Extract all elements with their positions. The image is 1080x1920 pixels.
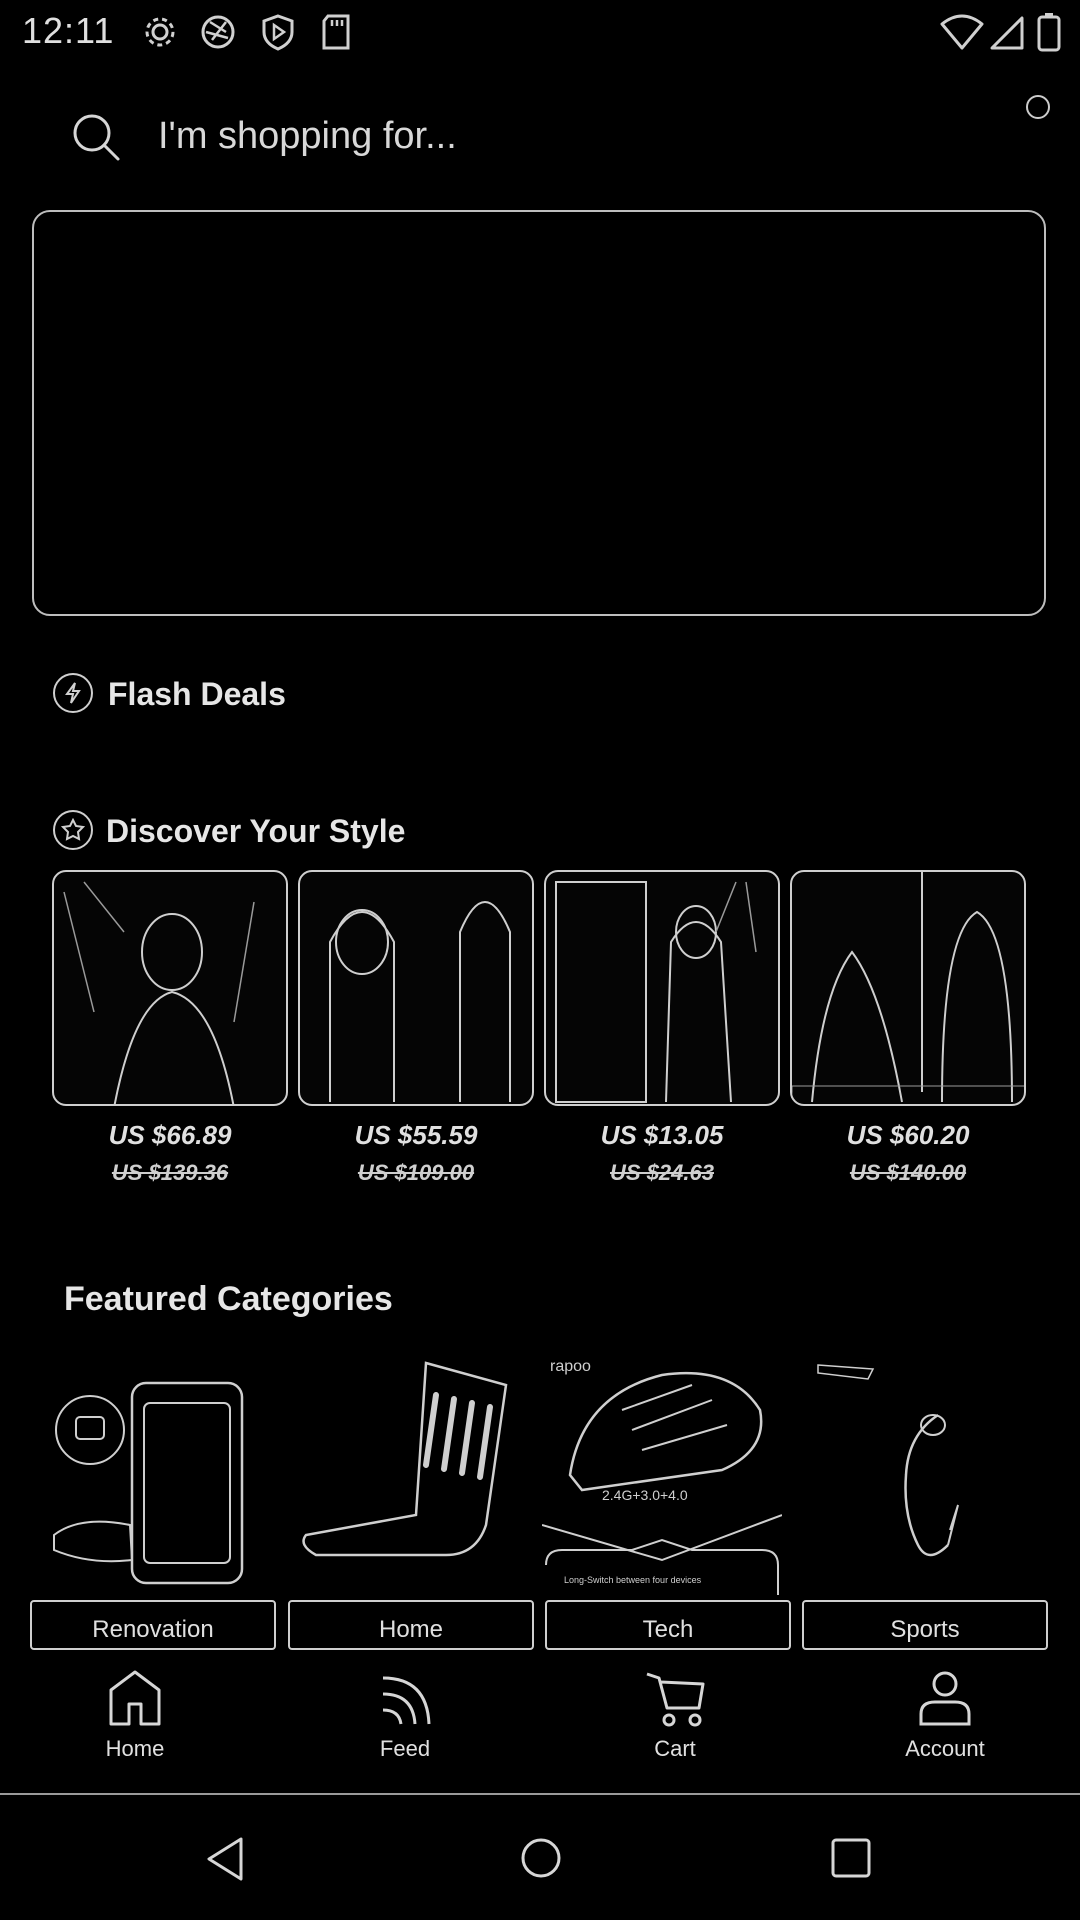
nav-cart[interactable]: Cart [540, 1668, 810, 1788]
notification-dot[interactable] [1026, 95, 1050, 119]
category-home[interactable]: Home [288, 1600, 534, 1650]
nav-home[interactable]: Home [0, 1668, 270, 1788]
cart-icon [646, 1672, 705, 1727]
product-old-price: US $139.36 [111, 1160, 229, 1185]
discover-title[interactable]: Discover Your Style [106, 813, 405, 850]
category-image-home[interactable] [296, 1355, 536, 1595]
product-card-image[interactable] [52, 870, 288, 1106]
category-sports[interactable]: Sports [802, 1600, 1048, 1650]
home-icon [109, 1670, 161, 1726]
wifi-icon [940, 14, 984, 50]
recents-icon[interactable] [830, 1837, 872, 1879]
aperture-icon [201, 15, 235, 49]
shield-play-icon [262, 14, 294, 51]
battery-icon [1037, 13, 1061, 52]
status-bar: 12:11 [0, 0, 1080, 62]
sd-card-icon [322, 14, 350, 50]
product-old-price: US $140.00 [849, 1160, 967, 1185]
product-price: US $55.59 [354, 1120, 478, 1150]
product-price: US $60.20 [846, 1120, 970, 1150]
category-renovation[interactable]: Renovation [30, 1600, 276, 1650]
category-image-tech[interactable]: rapoo 2.4G+3.0+4.0 Long-Switch between f… [542, 1355, 782, 1595]
nav-account-label: Account [905, 1736, 985, 1761]
nav-feed[interactable]: Feed [270, 1668, 540, 1788]
feed-icon [382, 1676, 431, 1725]
promo-banner[interactable] [32, 210, 1046, 616]
system-nav-bar [0, 1795, 1080, 1920]
product-card-image[interactable] [298, 870, 534, 1106]
tech-caption-text: Long-Switch between four devices [564, 1575, 702, 1585]
home-circle-icon[interactable] [520, 1837, 562, 1879]
product-card-image[interactable] [544, 870, 780, 1106]
category-image-sports[interactable] [798, 1355, 1038, 1595]
account-icon [919, 1671, 971, 1726]
featured-categories-title: Featured Categories [64, 1280, 393, 1318]
nav-cart-label: Cart [654, 1736, 696, 1761]
product-old-price: US $109.00 [357, 1160, 475, 1185]
nav-feed-label: Feed [379, 1736, 431, 1761]
category-tech[interactable]: Tech [545, 1600, 791, 1650]
tech-brand-text: rapoo [550, 1358, 591, 1375]
tech-spec-text: 2.4G+3.0+4.0 [602, 1487, 688, 1503]
search-placeholder[interactable]: I'm shopping for... [158, 115, 457, 158]
nav-account[interactable]: Account [810, 1668, 1080, 1788]
lightning-icon [53, 673, 93, 713]
category-image-renovation[interactable] [40, 1355, 280, 1595]
status-time: 12:11 [22, 10, 115, 51]
signal-icon [990, 16, 1024, 50]
settings-icon [145, 17, 175, 47]
search-bar[interactable]: I'm shopping for... [0, 95, 1080, 185]
nav-home-label: Home [105, 1736, 165, 1761]
product-card-image[interactable] [790, 870, 1026, 1106]
search-icon[interactable] [70, 111, 122, 163]
badge-star-icon [53, 810, 93, 850]
product-price: US $66.89 [108, 1120, 232, 1150]
flash-deals-title[interactable]: Flash Deals [108, 676, 286, 713]
back-icon[interactable] [205, 1835, 245, 1883]
product-price: US $13.05 [600, 1120, 724, 1150]
product-old-price: US $24.63 [610, 1160, 714, 1185]
